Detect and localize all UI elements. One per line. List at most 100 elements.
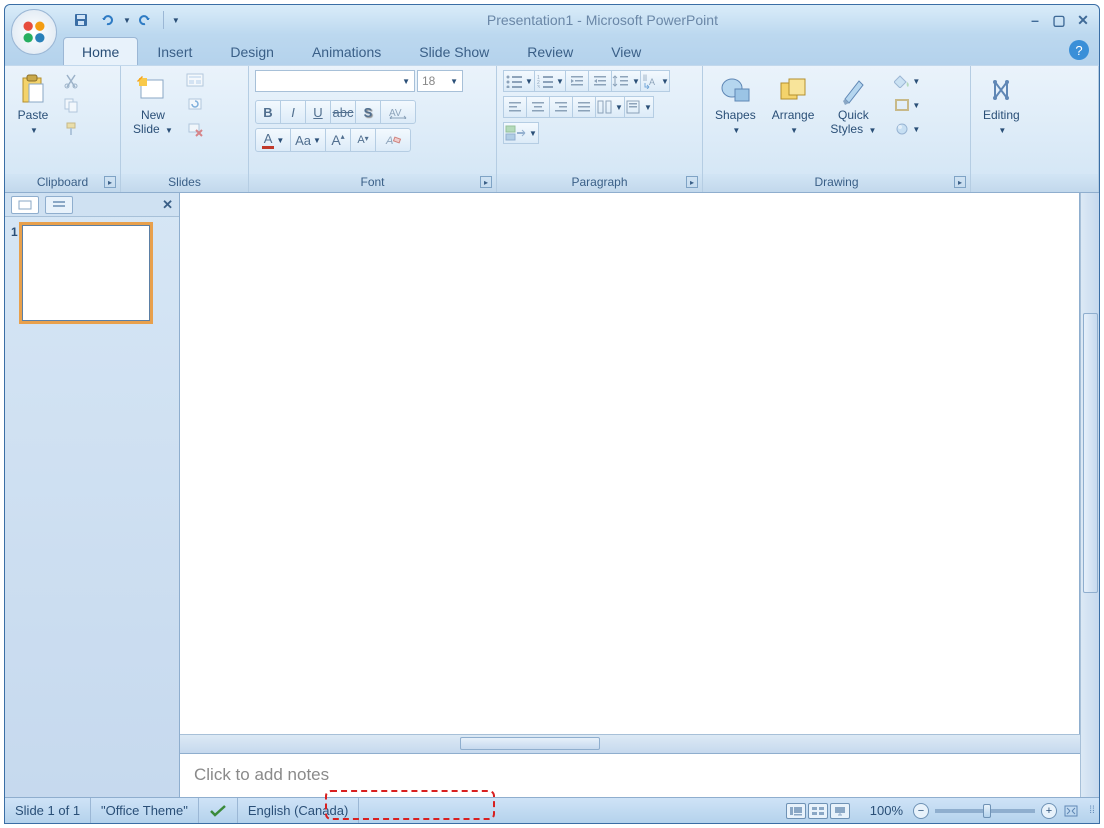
tab-insert[interactable]: Insert [138,37,211,65]
bold-button[interactable]: B [255,100,281,124]
horizontal-scrollbar[interactable] [180,734,1080,753]
drawing-label: Drawing [814,175,858,189]
paragraph-launcher[interactable]: ▸ [686,176,698,188]
paste-button[interactable]: Paste▼ [11,70,55,142]
ribbon-tabs: Home Insert Design Animations Slide Show… [5,35,1099,65]
zoom-in-button[interactable]: + [1041,803,1057,819]
tab-slide-show[interactable]: Slide Show [400,37,508,65]
close-button[interactable]: ✕ [1073,11,1093,29]
line-spacing-button[interactable]: ▼ [611,70,641,92]
slide-thumbnail[interactable]: 1 [11,225,173,321]
minimize-button[interactable]: – [1025,11,1045,29]
shape-outline-button[interactable]: ▼ [890,94,924,116]
ribbon: Paste▼ Clipboard▸ New Slide ▼ [5,65,1099,193]
notes-scrollbar[interactable] [1080,754,1099,797]
align-text-button[interactable]: ▼ [624,96,654,118]
slides-tab-icon[interactable] [11,196,39,214]
bullets-button[interactable]: ▼ [503,70,535,92]
vertical-scrollbar[interactable] [1080,193,1099,757]
slide-canvas[interactable] [180,193,1080,734]
group-paragraph: ▼ 123▼ ▼ llA▼ ▼ ▼ ▼ [497,66,703,192]
change-case-button[interactable]: Aa▼ [290,128,326,152]
char-spacing-button[interactable]: AV [380,100,416,124]
redo-button[interactable] [133,9,157,31]
quick-access-toolbar: ▼ ▼ [69,9,180,31]
outline-tab-icon[interactable] [45,196,73,214]
slideshow-view-button[interactable] [830,803,850,819]
increase-indent-button[interactable] [588,70,612,92]
office-button[interactable] [11,9,57,55]
shapes-button[interactable]: Shapes▼ [709,70,762,142]
zoom-slider[interactable] [935,809,1035,813]
save-button[interactable] [69,9,93,31]
thumbnail-image [22,225,150,321]
sorter-view-button[interactable] [808,803,828,819]
clipboard-launcher[interactable]: ▸ [104,176,116,188]
columns-button[interactable]: ▼ [595,96,625,118]
shrink-font-button[interactable]: A▾ [350,128,376,152]
group-editing: Editing▼ [971,66,1099,192]
drawing-launcher[interactable]: ▸ [954,176,966,188]
align-right-button[interactable] [549,96,573,118]
copy-button[interactable] [59,94,83,116]
justify-button[interactable] [572,96,596,118]
resize-grip-icon[interactable]: ⁞⁞ [1085,805,1099,816]
qat-customize-icon[interactable]: ▼ [172,16,180,25]
zoom-slider-thumb[interactable] [983,804,991,818]
decrease-indent-button[interactable] [565,70,589,92]
notes-pane[interactable]: Click to add notes [180,753,1080,797]
status-theme[interactable]: "Office Theme" [91,798,199,823]
quick-styles-button[interactable]: Quick Styles ▼ [824,70,882,142]
panel-close-button[interactable]: ✕ [162,197,173,213]
italic-button[interactable]: I [280,100,306,124]
paragraph-label: Paragraph [571,175,627,189]
new-slide-button[interactable]: New Slide ▼ [127,70,179,142]
numbering-button[interactable]: 123▼ [534,70,566,92]
grow-font-button[interactable]: A▴ [325,128,351,152]
maximize-button[interactable]: ▢ [1049,11,1069,29]
arrange-button[interactable]: Arrange▼ [766,70,821,142]
delete-slide-button[interactable] [183,118,207,140]
svg-text:A: A [649,77,655,87]
tab-view[interactable]: View [592,37,660,65]
normal-view-button[interactable] [786,803,806,819]
format-painter-button[interactable] [59,118,83,140]
zoom-percent[interactable]: 100% [860,798,913,823]
cut-button[interactable] [59,70,83,92]
text-direction-button[interactable]: llA▼ [640,70,670,92]
layout-button[interactable] [183,70,207,92]
window-title: Presentation1 - Microsoft PowerPoint [180,12,1025,28]
group-drawing: Shapes▼ Arrange▼ Quick Styles ▼ ▼ ▼ ▼ Dr… [703,66,971,192]
zoom-out-button[interactable]: − [913,803,929,819]
status-language[interactable]: English (Canada) [238,798,359,823]
tab-review[interactable]: Review [508,37,592,65]
font-color-button[interactable]: A▼ [255,128,291,152]
convert-smartart-button[interactable]: ▼ [503,122,539,144]
font-family-combo[interactable]: ▼ [255,70,415,92]
help-button[interactable]: ? [1069,40,1089,60]
font-size-combo[interactable]: 18▼ [417,70,463,92]
clear-formatting-button[interactable]: A [375,128,411,152]
tab-design[interactable]: Design [211,37,293,65]
underline-button[interactable]: U [305,100,331,124]
shape-fill-button[interactable]: ▼ [890,70,924,92]
tab-animations[interactable]: Animations [293,37,400,65]
vertical-scroll-thumb[interactable] [1083,313,1098,593]
horizontal-scroll-thumb[interactable] [460,737,600,750]
undo-button[interactable] [95,9,119,31]
align-center-button[interactable] [526,96,550,118]
undo-dropdown-icon[interactable]: ▼ [123,16,131,25]
status-slide-number[interactable]: Slide 1 of 1 [5,798,91,823]
fit-to-window-button[interactable] [1057,798,1085,823]
font-launcher[interactable]: ▸ [480,176,492,188]
shadow-button[interactable]: S [355,100,381,124]
svg-text:A: A [385,135,393,147]
editing-button[interactable]: Editing▼ [977,70,1026,142]
shape-effects-button[interactable]: ▼ [890,118,924,140]
tab-home[interactable]: Home [63,37,138,65]
reset-button[interactable] [183,94,207,116]
thumbnail-list: 1 [5,217,179,797]
status-spellcheck-icon[interactable] [199,798,238,823]
strikethrough-button[interactable]: abc [330,100,356,124]
align-left-button[interactable] [503,96,527,118]
